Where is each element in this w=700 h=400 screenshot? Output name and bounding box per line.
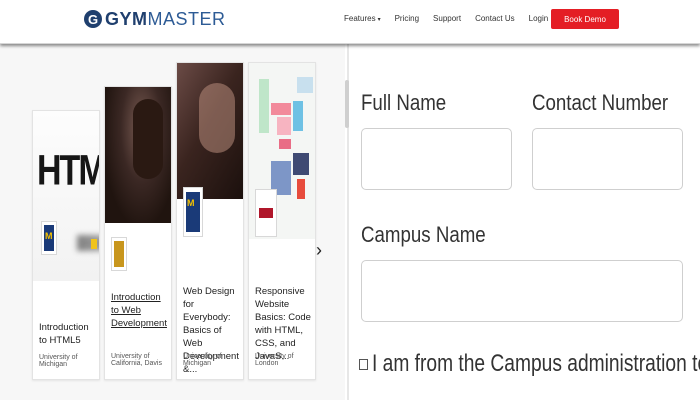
- full-name-label: Full Name: [361, 90, 447, 115]
- campus-name-field[interactable]: [361, 260, 683, 322]
- nav-contact-us[interactable]: Contact Us: [475, 14, 515, 23]
- course-card-web-design[interactable]: Web Design for Everybody: Basics of Web …: [176, 62, 244, 380]
- book-demo-button[interactable]: Book Demo: [551, 9, 619, 29]
- contact-number-label: Contact Number: [532, 90, 669, 115]
- logo-light-text: MASTER: [147, 8, 226, 29]
- university-michigan-logo: [41, 221, 57, 255]
- logo-bold-text: GYM: [105, 8, 148, 29]
- nav-pricing[interactable]: Pricing: [395, 14, 419, 23]
- course-provider: University of London: [255, 353, 294, 367]
- course-title[interactable]: Introduction to HTML5: [39, 321, 95, 347]
- uc-davis-logo: [111, 237, 127, 271]
- course-thumbnail: HTML: [33, 111, 99, 281]
- course-thumbnail: [177, 63, 243, 199]
- course-provider: University of Michigan: [39, 354, 78, 368]
- admin-checkbox-label: I am from the Campus administration team: [372, 350, 700, 377]
- university-michigan-logo: [183, 187, 203, 237]
- nav-features[interactable]: Features ▾: [344, 14, 381, 23]
- main-nav: Features ▾ Pricing Support Contact Us Log…: [344, 14, 562, 23]
- contact-number-field[interactable]: [532, 128, 683, 190]
- course-card-web-development[interactable]: Introduction to Web Development Universi…: [104, 86, 172, 380]
- logo-text: GYMMASTER: [105, 9, 226, 30]
- course-card-html5[interactable]: HTML Introduction to HTML5 University of…: [32, 110, 100, 380]
- top-navigation-bar: G GYMMASTER Features ▾ Pricing Support Co…: [0, 0, 700, 44]
- course-card-responsive-website[interactable]: Responsive Website Basics: Code with HTM…: [248, 62, 316, 380]
- chevron-down-icon: ▾: [377, 17, 381, 23]
- yellow-accent: [91, 239, 97, 249]
- course-title[interactable]: Responsive Website Basics: Code with HTM…: [255, 285, 311, 363]
- course-thumbnail: [105, 87, 171, 223]
- gymmaster-logo[interactable]: G GYMMASTER: [84, 9, 226, 29]
- course-title[interactable]: Introduction to Web Development: [111, 291, 167, 330]
- carousel-next-icon[interactable]: ›: [316, 240, 322, 261]
- campus-name-label: Campus Name: [361, 222, 486, 247]
- signup-form: Full Name Contact Number Campus Name I a…: [349, 44, 700, 400]
- full-name-field[interactable]: [361, 128, 512, 190]
- logo-g-mark: G: [84, 10, 102, 28]
- university-london-logo: [255, 189, 277, 237]
- course-carousel: HTML Introduction to HTML5 University of…: [0, 44, 345, 400]
- admin-checkbox-row[interactable]: I am from the Campus administration team: [359, 350, 700, 378]
- nav-features-label: Features: [344, 14, 376, 23]
- html-thumb-text: HTML: [37, 147, 99, 195]
- nav-login[interactable]: Login: [529, 14, 549, 23]
- nav-support[interactable]: Support: [433, 14, 461, 23]
- course-provider: University of Michigan: [183, 353, 222, 367]
- admin-checkbox[interactable]: [359, 358, 368, 370]
- course-provider: University of California, Davis: [111, 353, 162, 367]
